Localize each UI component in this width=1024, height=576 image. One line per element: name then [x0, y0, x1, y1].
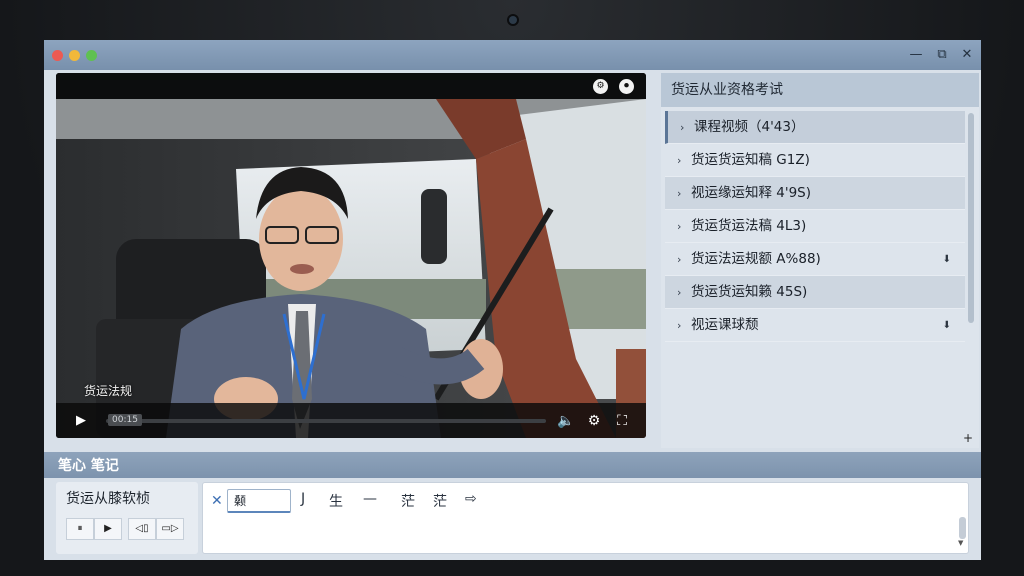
progress-bar[interactable] — [106, 419, 546, 423]
download-icon[interactable]: ⬇ — [943, 309, 951, 342]
maximize-icon[interactable]: ⧉ — [932, 45, 952, 65]
add-icon[interactable]: + — [963, 431, 973, 445]
webcam — [509, 16, 517, 24]
dash-icon[interactable]: — — [363, 491, 377, 507]
close-icon[interactable]: ✕ — [957, 45, 977, 65]
playlist-item[interactable]: › 课程视频（4'43） — [665, 111, 965, 144]
record-icon[interactable]: ⏺ — [619, 79, 634, 94]
notes-panel: 货运从膝软桢 ⏸ ▶ ◁▯ ▭▷ — [56, 482, 198, 554]
zoom-dot[interactable] — [86, 50, 97, 61]
play-button[interactable]: ▶ — [94, 518, 122, 540]
chevron-right-icon: › — [680, 121, 685, 134]
notes-title: 笔心 笔记 — [58, 458, 119, 474]
sidebar-scrollbar[interactable] — [968, 113, 974, 323]
main-content: ⚙ ⏺ 货运法规 ▶ 00:15 🔈 ⚙ ⛶ 货运从业资格考试 › 课程视频（4… — [44, 70, 981, 560]
editor-scrollbar[interactable] — [959, 517, 966, 539]
chevron-right-icon: › — [677, 187, 682, 200]
notes-editor[interactable]: ✕ 颡 J 生 — 茫 茫 ⇨ ▼ — [202, 482, 969, 554]
video-controls: ▶ 00:15 🔈 ⚙ ⛶ — [56, 403, 646, 438]
fullscreen-icon[interactable]: ⛶ — [612, 411, 632, 431]
title-bar: — ⧉ ✕ — [44, 40, 981, 70]
tool-icon[interactable]: 生 — [329, 491, 343, 511]
tool-icon[interactable]: 茫 — [433, 491, 447, 511]
chevron-right-icon: › — [677, 253, 682, 266]
minimize-icon[interactable]: — — [906, 45, 926, 65]
close-dot[interactable] — [52, 50, 63, 61]
playlist-item[interactable]: › 货运货运知籁 45S) — [665, 276, 965, 309]
playlist-item[interactable]: › 货运货运法稿 4L3) — [665, 210, 965, 243]
video-frame — [56, 99, 646, 438]
play-icon[interactable]: ▶ — [76, 412, 94, 430]
playlist-item-label: 货运法运规额 A%88) — [691, 251, 821, 267]
playlist-item-label: 视运课球颓 — [691, 317, 759, 333]
close-icon[interactable]: ✕ — [211, 493, 223, 509]
share-icon[interactable]: ⇨ — [465, 491, 477, 507]
laptop-bezel: — ⧉ ✕ ⚙ ⏺ 货运法规 ▶ 00:15 🔈 ⚙ ⛶ 货运从业资格考试 › … — [0, 0, 1024, 576]
settings-icon[interactable]: ⚙ — [593, 79, 608, 94]
notes-header: 笔心 笔记 — [44, 452, 981, 478]
chevron-right-icon: › — [677, 319, 682, 332]
playlist-item-label: 货运货运知稿 G1Z) — [691, 152, 810, 168]
playlist-item[interactable]: › 视运课球颓 ⬇ — [665, 309, 965, 342]
playlist-item-label: 货运货运知籁 45S) — [691, 284, 808, 300]
playlist: › 课程视频（4'43） › 货运货运知稿 G1Z) › 视运缘运知释 4'9S) ›… — [665, 111, 965, 342]
chevron-right-icon: › — [677, 286, 682, 299]
note-input[interactable]: 颡 — [227, 489, 291, 513]
chevron-right-icon: › — [677, 154, 682, 167]
scroll-down-icon[interactable]: ▼ — [958, 539, 963, 547]
minimize-dot[interactable] — [69, 50, 80, 61]
video-top-bar: ⚙ ⏺ — [56, 73, 646, 99]
forward-button[interactable]: ▭▷ — [156, 518, 184, 540]
rewind-button[interactable]: ◁▯ — [128, 518, 156, 540]
app-window: — ⧉ ✕ ⚙ ⏺ 货运法规 ▶ 00:15 🔈 ⚙ ⛶ 货运从业资格考试 › … — [44, 40, 981, 560]
playlist-item-label: 视运缘运知释 4'9S) — [691, 185, 812, 201]
video-caption: 货运法规 — [84, 384, 133, 398]
course-sidebar: 货运从业资格考试 › 课程视频（4'43） › 货运货运知稿 G1Z) › 视运缘运知… — [661, 73, 979, 448]
playlist-item[interactable]: › 货运货运知稿 G1Z) — [665, 144, 965, 177]
gear-icon[interactable]: ⚙ — [584, 411, 604, 431]
download-icon[interactable]: ⬇ — [943, 243, 951, 276]
chevron-right-icon: › — [677, 220, 682, 233]
time-label: 00:15 — [108, 414, 142, 426]
playlist-item-label: 货运货运法稿 4L3) — [691, 218, 807, 234]
pause-button[interactable]: ⏸ — [66, 518, 94, 540]
video-player[interactable]: ⚙ ⏺ 货运法规 ▶ 00:15 🔈 ⚙ ⛶ — [56, 73, 646, 438]
tool-icon[interactable]: 茫 — [401, 491, 415, 511]
notes-panel-title: 货运从膝软桢 — [66, 491, 150, 507]
playlist-item[interactable]: › 货运法运规额 A%88) ⬇ — [665, 243, 965, 276]
playlist-item-label: 课程视频（4'43） — [694, 119, 805, 135]
playlist-item[interactable]: › 视运缘运知释 4'9S) — [665, 177, 965, 210]
sidebar-title: 货运从业资格考试 — [661, 73, 979, 107]
volume-icon[interactable]: 🔈 — [556, 411, 576, 431]
tool-icon[interactable]: J — [301, 491, 305, 507]
